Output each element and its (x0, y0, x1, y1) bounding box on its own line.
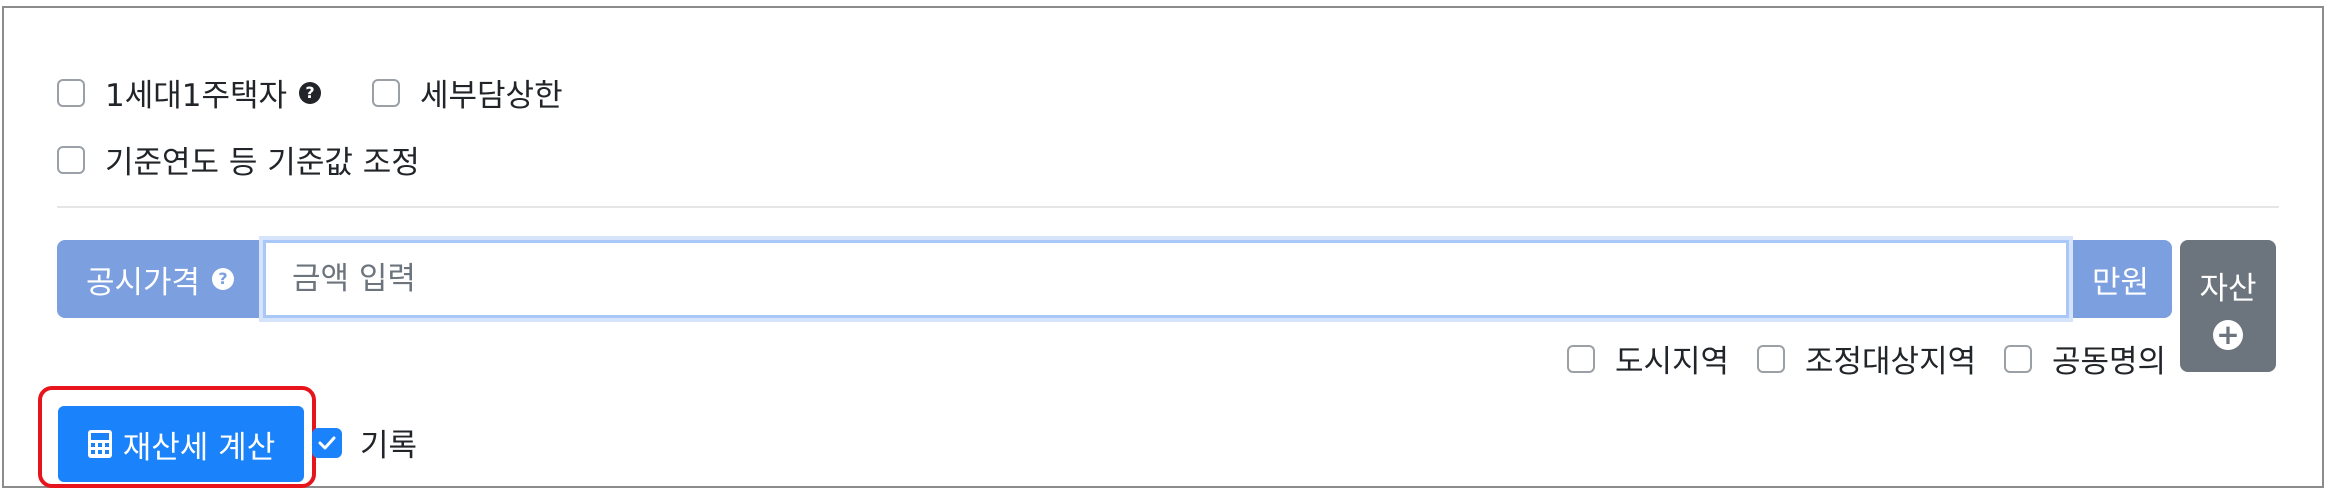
price-input[interactable] (263, 240, 2069, 318)
single-household-checkbox[interactable] (57, 78, 85, 107)
tax-cap-option[interactable]: 세부담상한 (372, 70, 563, 115)
single-household-option[interactable]: 1세대1주택자 ? (57, 70, 322, 115)
add-asset-button[interactable]: 자산 + (2180, 240, 2276, 372)
plus-circle-icon: + (2213, 319, 2243, 350)
calculate-property-tax-button[interactable]: 재산세 계산 (58, 406, 304, 482)
price-prefix-label: 공시가격 (85, 264, 201, 301)
tax-cap-checkbox[interactable] (372, 78, 400, 107)
regulated-area-label: 조정대상지역 (1805, 344, 1977, 380)
price-unit: 만원 (2069, 240, 2172, 318)
price-input-group: 공시가격 ? 만원 (57, 240, 2230, 318)
record-option[interactable]: 기록 (312, 420, 417, 465)
urban-area-option[interactable]: 도시지역 (1567, 336, 1729, 381)
add-asset-label: 자산 (2199, 270, 2257, 307)
help-icon[interactable]: ? (299, 81, 322, 104)
divider (57, 206, 2279, 208)
calculate-label: 재산세 계산 (122, 429, 276, 466)
record-checkbox[interactable] (312, 427, 342, 458)
tax-cap-label: 세부담상한 (420, 78, 563, 114)
help-icon[interactable]: ? (212, 268, 235, 290)
adjust-base-label: 기준연도 등 기준값 조정 (105, 145, 420, 181)
price-input-wrapper (263, 240, 2230, 318)
single-household-label: 1세대1주택자 (105, 78, 288, 114)
joint-ownership-checkbox[interactable] (2004, 344, 2032, 373)
urban-area-label: 도시지역 (1615, 344, 1730, 380)
calculator-icon (87, 429, 113, 459)
joint-ownership-label: 공동명의 (2052, 344, 2167, 380)
regulated-area-option[interactable]: 조정대상지역 (1757, 336, 1976, 381)
price-prefix: 공시가격 ? (57, 240, 263, 318)
record-label: 기록 (360, 428, 418, 464)
adjust-base-checkbox[interactable] (57, 145, 85, 174)
urban-area-checkbox[interactable] (1567, 344, 1595, 373)
regulated-area-checkbox[interactable] (1757, 344, 1785, 373)
joint-ownership-option[interactable]: 공동명의 (2004, 336, 2166, 381)
adjust-base-option[interactable]: 기준연도 등 기준값 조정 (57, 137, 420, 182)
